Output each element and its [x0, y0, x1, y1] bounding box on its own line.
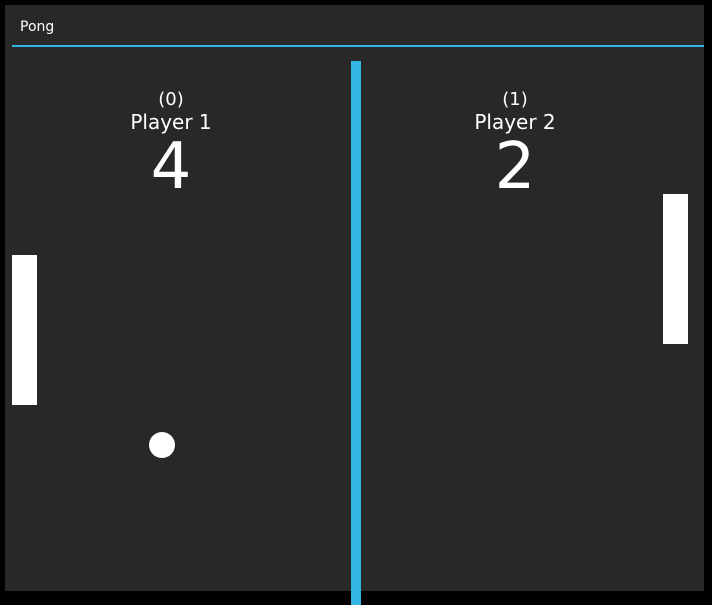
- ball: [149, 432, 175, 458]
- player-2-score: 2: [494, 130, 536, 204]
- player-1-wins: (0): [158, 89, 184, 110]
- player-2-wins: (1): [502, 89, 528, 110]
- title-bar: Pong: [5, 5, 704, 45]
- game-window: Pong (0) Player 1 4 (1) Player 2 2: [5, 5, 704, 605]
- window-title: Pong: [20, 19, 55, 35]
- player-2-paddle[interactable]: [663, 194, 688, 344]
- title-divider: [12, 45, 704, 47]
- player-1-scoreboard: (0) Player 1 4: [71, 89, 271, 204]
- player-1-paddle[interactable]: [12, 255, 37, 405]
- player-1-score: 4: [150, 130, 192, 204]
- player-2-scoreboard: (1) Player 2 2: [415, 89, 615, 204]
- center-net: [351, 61, 361, 605]
